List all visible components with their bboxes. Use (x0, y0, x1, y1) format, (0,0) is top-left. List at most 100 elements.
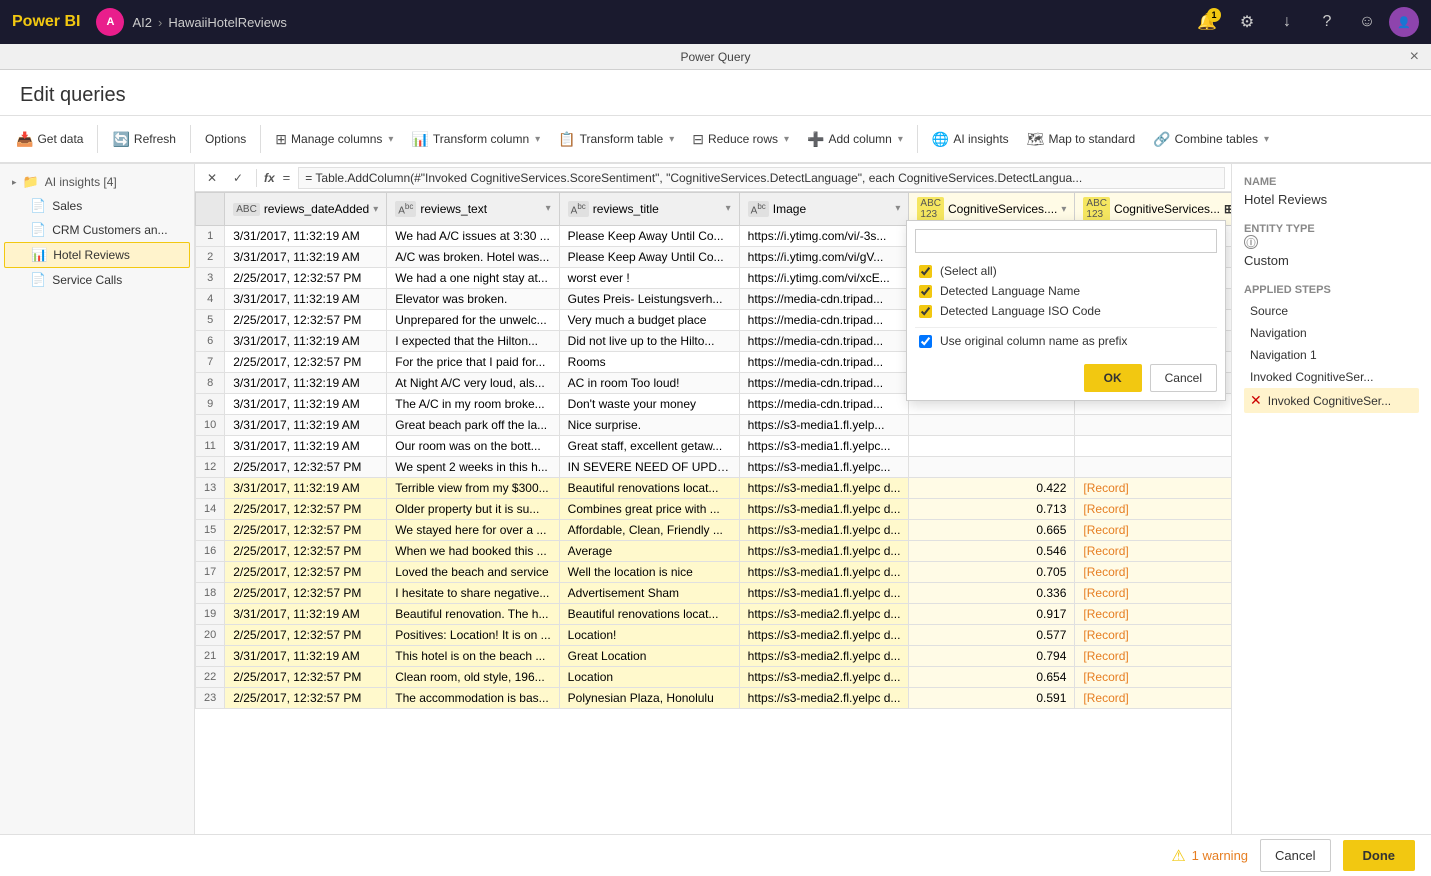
cog2-dropdown-icon[interactable]: ⊞ (1224, 202, 1231, 216)
checkbox-select-all-input[interactable] (919, 265, 932, 278)
table-row[interactable]: 193/31/2017, 11:32:19 AMBeautiful renova… (196, 604, 1232, 625)
image-type-icon: Abc (748, 201, 769, 217)
applied-step-4[interactable]: ✕Invoked CognitiveSer... (1244, 388, 1419, 413)
done-button[interactable]: Done (1343, 840, 1416, 871)
table-row[interactable]: 162/25/2017, 12:32:57 PMWhen we had book… (196, 541, 1232, 562)
sidebar-item-sales[interactable]: 📄 Sales (4, 194, 190, 218)
applied-step-1[interactable]: Navigation (1244, 322, 1419, 344)
table-row[interactable]: 113/31/2017, 11:32:19 AMOur room was on … (196, 436, 1232, 457)
options-button[interactable]: Options (197, 128, 254, 150)
dropdown-cancel-button[interactable]: Cancel (1150, 364, 1217, 392)
transform-column-button[interactable]: 📊 Transform column ▾ (403, 127, 548, 152)
formula-content[interactable]: = Table.AddColumn(#"Invoked CognitiveSer… (298, 167, 1225, 189)
page-title: Edit queries (20, 84, 126, 106)
table-row[interactable]: 133/31/2017, 11:32:19 AMTerrible view fr… (196, 478, 1232, 499)
reduce-rows-button[interactable]: ⊟ Reduce rows ▾ (684, 127, 797, 152)
toolbar-separator-3 (260, 125, 261, 153)
download-button[interactable]: ↓ (1269, 4, 1305, 40)
cell-date: 3/31/2017, 11:32:19 AM (225, 604, 387, 625)
cell-title: Gutes Preis- Leistungsverh... (559, 289, 739, 310)
sidebar-item-service-calls[interactable]: 📄 Service Calls (4, 268, 190, 292)
notification-button[interactable]: 🔔 1 (1189, 4, 1225, 40)
help-button[interactable]: ? (1309, 4, 1345, 40)
cell-date: 3/31/2017, 11:32:19 AM (225, 226, 387, 247)
cell-date: 3/31/2017, 11:32:19 AM (225, 436, 387, 457)
cell-text: Great beach park off the la... (387, 415, 559, 436)
settings-button[interactable]: ⚙ (1229, 4, 1265, 40)
table-row[interactable]: 213/31/2017, 11:32:19 AMThis hotel is on… (196, 646, 1232, 667)
cell-text: We had A/C issues at 3:30 ... (387, 226, 559, 247)
applied-step-0[interactable]: Source (1244, 300, 1419, 322)
checkbox-lang-name-input[interactable] (919, 285, 932, 298)
cell-cog2 (1075, 457, 1231, 478)
table-row[interactable]: 122/25/2017, 12:32:57 PMWe spent 2 weeks… (196, 457, 1232, 478)
smiley-button[interactable]: ☺ (1349, 4, 1385, 40)
table-row[interactable]: 142/25/2017, 12:32:57 PMOlder property b… (196, 499, 1232, 520)
checkbox-select-all[interactable]: (Select all) (915, 261, 1217, 281)
date-type-icon: ABC (233, 203, 260, 216)
table-row[interactable]: 182/25/2017, 12:32:57 PMI hesitate to sh… (196, 583, 1232, 604)
use-prefix-checkbox[interactable] (919, 335, 932, 348)
refresh-button[interactable]: 🔄 Refresh (104, 127, 183, 152)
dropdown-search-input[interactable] (915, 229, 1217, 253)
col-header-date[interactable]: ABC reviews_dateAdded ▾ (225, 193, 387, 226)
sidebar-item-hotel-reviews[interactable]: 📊 Hotel Reviews (4, 242, 190, 268)
applied-step-3[interactable]: Invoked CognitiveSer... (1244, 366, 1419, 388)
cell-date: 3/31/2017, 11:32:19 AM (225, 646, 387, 667)
cell-text: We had a one night stay at... (387, 268, 559, 289)
cell-image: https://media-cdn.tripad... (739, 331, 909, 352)
combine-tables-button[interactable]: 🔗 Combine tables ▾ (1145, 127, 1277, 152)
cell-cog1: 0.591 (909, 688, 1075, 709)
record-badge: [Record] (1083, 607, 1128, 621)
formula-cancel-btn[interactable]: ✕ (201, 167, 223, 189)
cell-text: Terrible view from my $300... (387, 478, 559, 499)
app-brand: Power BI (12, 13, 80, 31)
table-row[interactable]: 152/25/2017, 12:32:57 PMWe stayed here f… (196, 520, 1232, 541)
cell-cog1: 0.577 (909, 625, 1075, 646)
sidebar-ai-insights[interactable]: ▸ 📁 AI insights [4] (4, 170, 190, 194)
cell-date: 2/25/2017, 12:32:57 PM (225, 688, 387, 709)
table-row[interactable]: 222/25/2017, 12:32:57 PMClean room, old … (196, 667, 1232, 688)
cancel-button[interactable]: Cancel (1260, 839, 1330, 872)
cell-date: 3/31/2017, 11:32:19 AM (225, 247, 387, 268)
sidebar-label-hotel: Hotel Reviews (53, 248, 130, 262)
add-column-button[interactable]: ➕ Add column ▾ (799, 127, 911, 152)
row-number: 18 (196, 583, 225, 604)
table-row[interactable]: 172/25/2017, 12:32:57 PMLoved the beach … (196, 562, 1232, 583)
edit-queries-bar: Edit queries (0, 70, 1431, 116)
get-data-button[interactable]: 📥 Get data (8, 127, 91, 152)
user-avatar-circle[interactable]: A (96, 8, 124, 36)
transform-table-button[interactable]: 📋 Transform table ▾ (550, 127, 682, 152)
step-delete-icon[interactable]: ✕ (1250, 392, 1262, 409)
date-dropdown-icon[interactable]: ▾ (373, 204, 378, 215)
cell-date: 3/31/2017, 11:32:19 AM (225, 331, 387, 352)
sidebar-item-crm[interactable]: 📄 CRM Customers an... (4, 218, 190, 242)
applied-step-2[interactable]: Navigation 1 (1244, 344, 1419, 366)
table-row[interactable]: 232/25/2017, 12:32:57 PMThe accommodatio… (196, 688, 1232, 709)
pq-close-button[interactable]: × (1410, 48, 1419, 66)
table-row[interactable]: 103/31/2017, 11:32:19 AMGreat beach park… (196, 415, 1232, 436)
col-header-image[interactable]: Abc Image ▾ (739, 193, 909, 226)
col-header-title[interactable]: Abc reviews_title ▾ (559, 193, 739, 226)
sales-table-icon: 📄 (30, 198, 46, 214)
table-row[interactable]: 202/25/2017, 12:32:57 PMPositives: Locat… (196, 625, 1232, 646)
grid-container[interactable]: ABC reviews_dateAdded ▾ Abc reviews_text… (195, 192, 1231, 834)
dropdown-ok-button[interactable]: OK (1084, 364, 1142, 392)
row-number: 9 (196, 394, 225, 415)
cell-image: https://i.ytimg.com/vi/xcE... (739, 268, 909, 289)
text-dropdown-icon[interactable]: ▾ (546, 203, 551, 214)
title-dropdown-icon[interactable]: ▾ (726, 203, 731, 214)
cog1-dropdown-icon[interactable]: ▾ (1061, 204, 1066, 215)
manage-columns-button[interactable]: ⊞ Manage columns ▾ (267, 127, 401, 152)
checkbox-lang-iso[interactable]: Detected Language ISO Code (915, 301, 1217, 321)
col-header-text[interactable]: Abc reviews_text ▾ (387, 193, 559, 226)
formula-accept-btn[interactable]: ✓ (227, 167, 249, 189)
checkbox-lang-iso-input[interactable] (919, 305, 932, 318)
cell-date: 2/25/2017, 12:32:57 PM (225, 562, 387, 583)
ai-insights-button[interactable]: 🌐 AI insights (924, 127, 1017, 152)
checkbox-lang-name[interactable]: Detected Language Name (915, 281, 1217, 301)
image-dropdown-icon[interactable]: ▾ (895, 203, 900, 214)
row-number: 4 (196, 289, 225, 310)
map-to-standard-button[interactable]: 🗺 Map to standard (1019, 127, 1144, 152)
user-avatar[interactable]: 👤 (1389, 7, 1419, 37)
